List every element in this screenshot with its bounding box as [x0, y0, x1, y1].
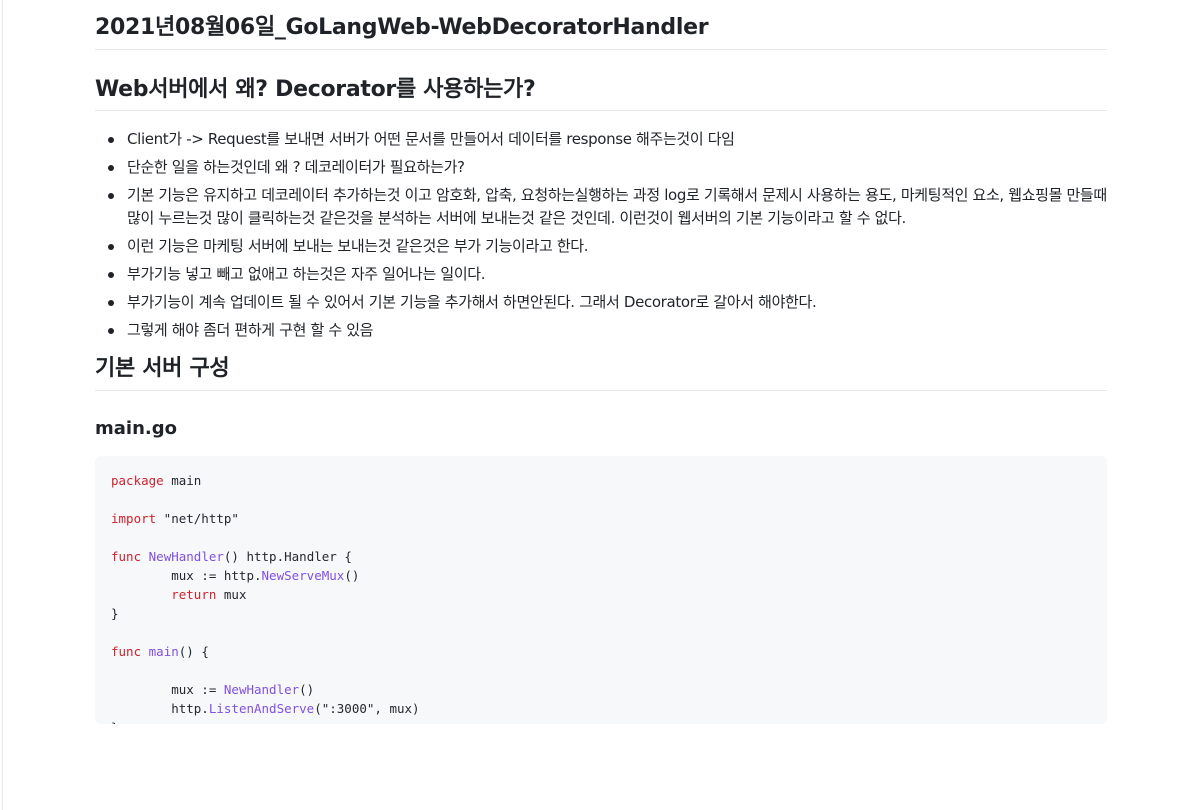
code-text: mux := http.: [111, 568, 262, 583]
code-text: main: [163, 473, 202, 488]
code-function: NewHandler: [223, 682, 300, 697]
code-text: () {: [178, 644, 209, 659]
code-keyword: package: [111, 473, 164, 488]
list-item: 기본 기능은 유지하고 데코레이터 추가하는것 이고 암호화, 압축, 요청하는…: [108, 184, 1107, 230]
code-text: (): [344, 568, 360, 583]
code-line: func NewHandler() http.Handler {: [111, 547, 1091, 566]
list-item: 부가기능 넣고 빼고 없애고 하는것은 자주 일어나는 일이다.: [108, 263, 1107, 286]
code-line: import "net/http": [111, 509, 1091, 528]
code-line: }: [111, 718, 1091, 724]
code-line: http.ListenAndServe(":3000", mux): [111, 699, 1091, 718]
code-line: return mux: [111, 585, 1091, 604]
code-text: (":3000", mux): [314, 701, 420, 716]
list-item: 부가기능이 계속 업데이트 될 수 있어서 기본 기능을 추가해서 하면안된다.…: [108, 291, 1107, 314]
code-text: http.: [111, 701, 209, 716]
code-keyword: return: [171, 587, 217, 602]
code-text: (): [299, 682, 315, 697]
code-block[interactable]: package main import "net/http" func NewHan…: [95, 456, 1107, 724]
article-content: 2021년08월06일_GoLangWeb-WebDecoratorHandle…: [95, 0, 1107, 724]
code-line: }: [111, 604, 1091, 623]
code-keyword: func: [111, 644, 142, 659]
section-heading-why-decorator: Web서버에서 왜? Decorator를 사용하는가?: [95, 75, 1107, 111]
list-item: 이런 기능은 마케팅 서버에 보내는 보내는것 같은것은 부가 기능이라고 한다…: [108, 235, 1107, 258]
code-text: () http.Handler {: [223, 549, 352, 564]
code-line: mux := NewHandler(): [111, 680, 1091, 699]
list-item: 그렇게 해야 좀더 편하게 구현 할 수 있음: [108, 319, 1107, 342]
code-text: }: [111, 606, 119, 621]
code-text: "net/http": [156, 511, 239, 526]
code-line: package main: [111, 471, 1091, 490]
list-item: Client가 -> Request를 보내면 서버가 어떤 문서를 만들어서 …: [108, 128, 1107, 151]
file-title: main.go: [95, 418, 177, 439]
page-title: 2021년08월06일_GoLangWeb-WebDecoratorHandle…: [95, 0, 1107, 50]
code-function: NewServeMux: [261, 568, 345, 583]
code-text: mux :=: [111, 682, 224, 697]
code-function: main: [148, 644, 179, 659]
code-keyword: import: [111, 511, 157, 526]
code-keyword: func: [111, 549, 142, 564]
code-line: mux := http.NewServeMux(): [111, 566, 1091, 585]
section-heading-basic-server: 기본 서버 구성: [95, 354, 1107, 391]
code-text: mux: [216, 587, 247, 602]
bullet-list-why-decorator: Client가 -> Request를 보내면 서버가 어떤 문서를 만들어서 …: [95, 128, 1107, 342]
code-function: NewHandler: [148, 549, 224, 564]
code-function: ListenAndServe: [208, 701, 315, 716]
list-item: 단순한 일을 하는것인데 왜 ? 데코레이터가 필요하는가?: [108, 156, 1107, 179]
left-border-rule: [2, 0, 3, 810]
code-text: }: [111, 720, 119, 724]
code-content: package main import "net/http" func NewHan…: [111, 471, 1091, 724]
code-line: func main() {: [111, 642, 1091, 661]
